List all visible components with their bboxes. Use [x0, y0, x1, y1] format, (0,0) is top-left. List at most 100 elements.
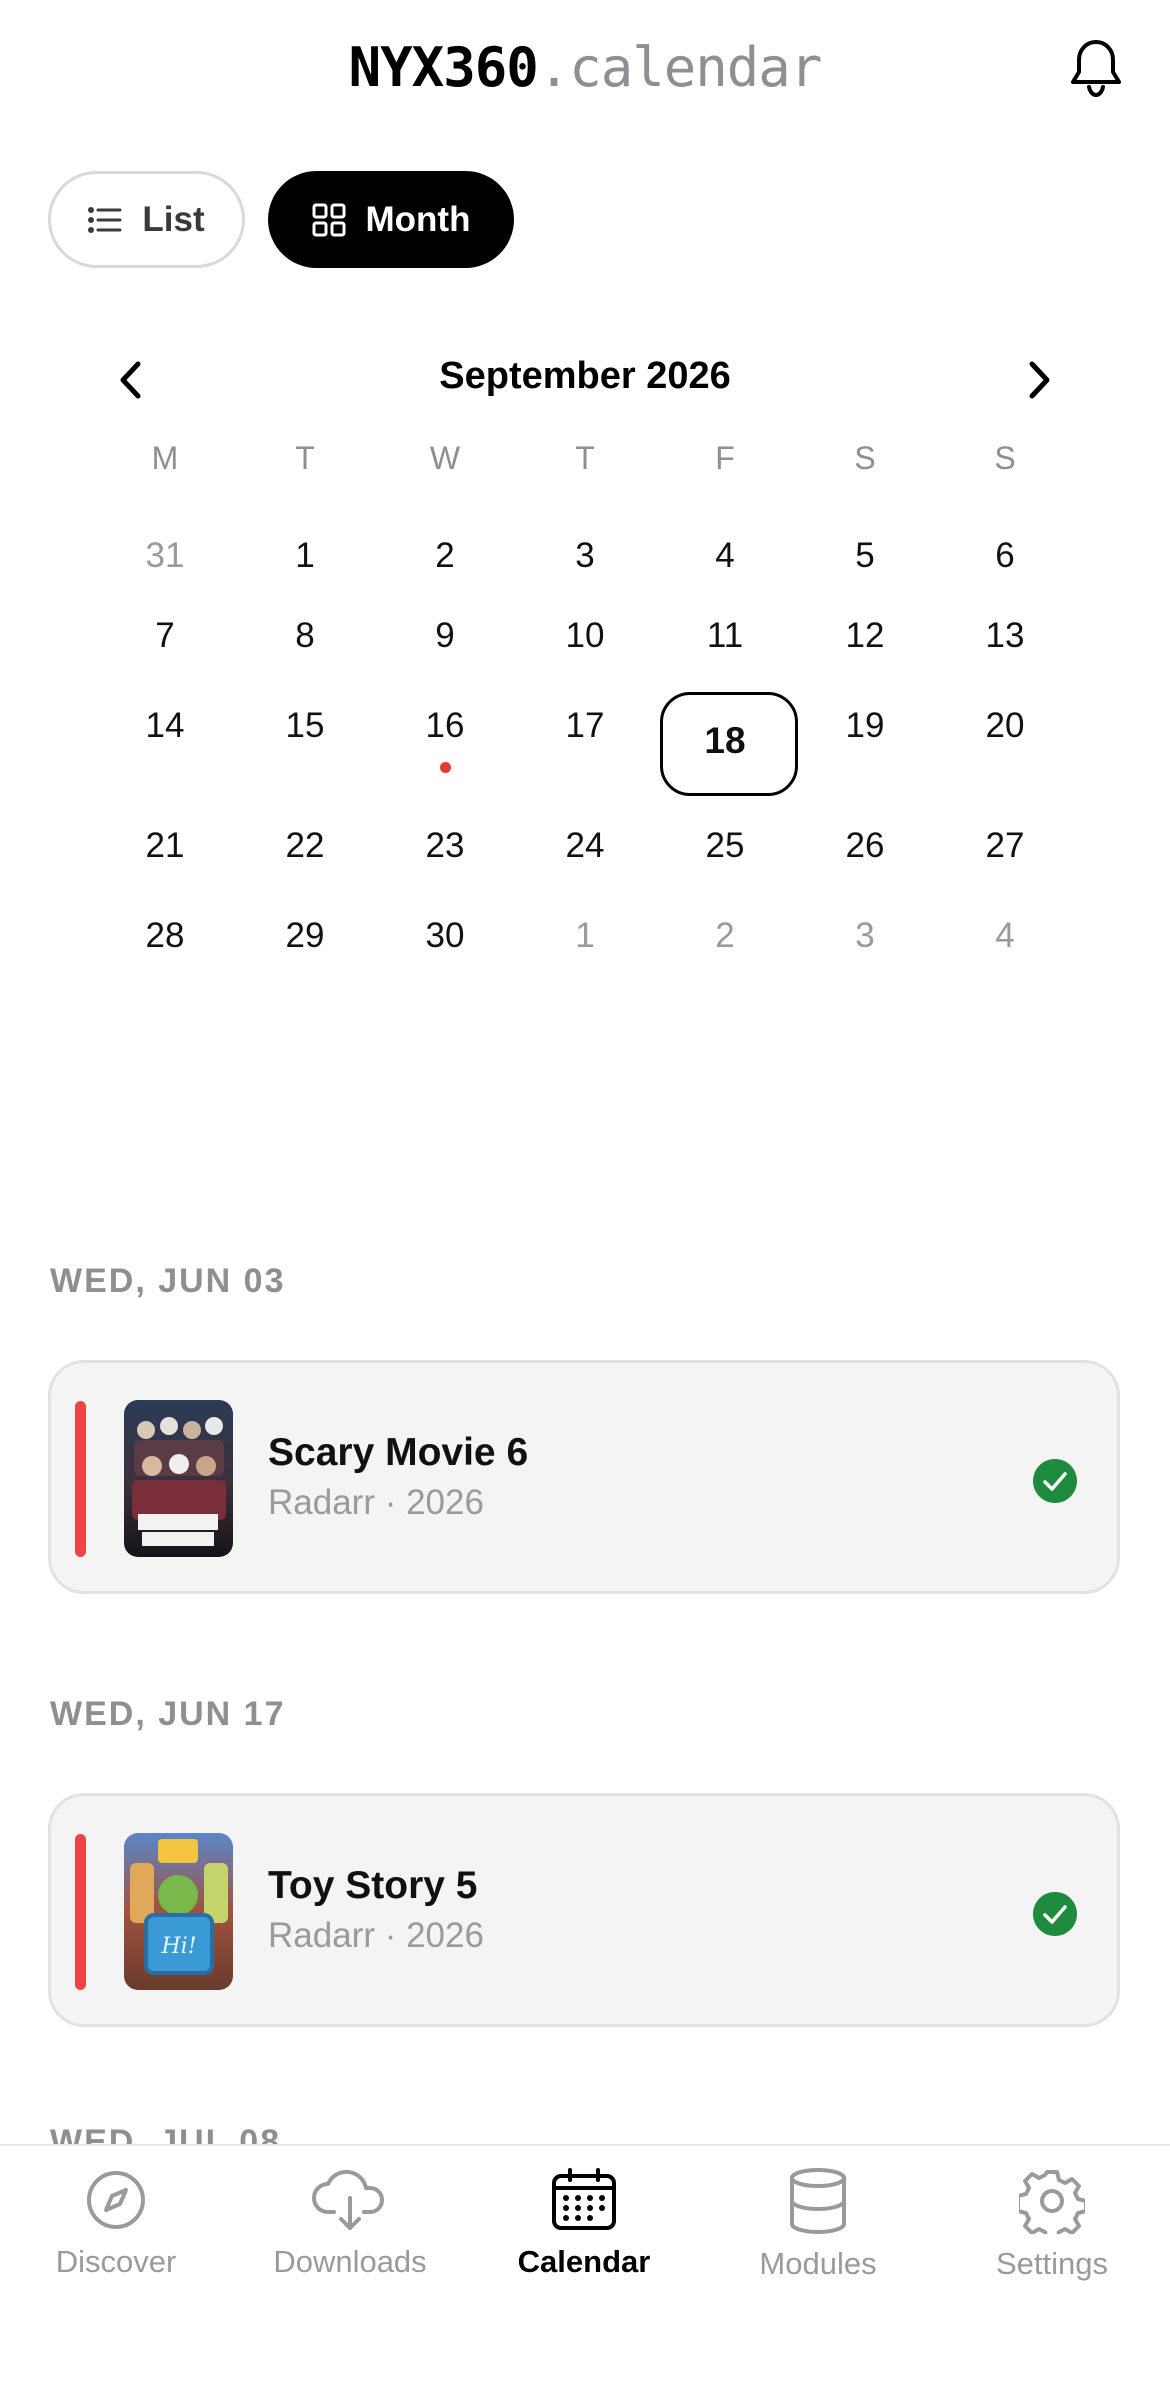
- calendar-day[interactable]: 4: [935, 900, 1075, 980]
- weekday-label: S: [854, 440, 876, 476]
- tab-label: Downloads: [273, 2244, 427, 2279]
- day-number: 14: [145, 706, 185, 745]
- day-number: 10: [565, 616, 605, 655]
- event-color-bar: [75, 1834, 86, 1990]
- calendar-day[interactable]: 28: [95, 900, 235, 980]
- calendar-day[interactable]: 9: [375, 600, 515, 690]
- calendar-day[interactable]: 5: [795, 520, 935, 600]
- month-view-button[interactable]: Month: [268, 171, 514, 268]
- calendar-day[interactable]: 13: [935, 600, 1075, 690]
- calendar-grid: 31 1 2 3 4 5 6 7 8 9 10 11 12 13 14 15 1…: [95, 520, 1075, 980]
- calendar-day[interactable]: 17: [515, 690, 655, 810]
- grid-icon: [312, 203, 346, 236]
- bell-icon[interactable]: [1066, 36, 1126, 100]
- day-number: 8: [295, 616, 315, 655]
- calendar-day[interactable]: 19: [795, 690, 935, 810]
- tab-modules[interactable]: Modules: [718, 2168, 918, 2282]
- calendar-day[interactable]: 23: [375, 810, 515, 900]
- day-number: 2: [715, 916, 735, 955]
- day-number: 4: [995, 916, 1015, 955]
- poster-image: [124, 1400, 233, 1557]
- calendar-day[interactable]: 1: [235, 520, 375, 600]
- calendar-day-with-event[interactable]: 16: [375, 690, 515, 810]
- poster-image: Hi!: [124, 1833, 233, 1990]
- event-card[interactable]: Hi! Toy Story 5 Radarr · 2026: [48, 1793, 1120, 2027]
- tab-label: Calendar: [517, 2244, 651, 2279]
- calendar-day[interactable]: 24: [515, 810, 655, 900]
- tab-calendar[interactable]: Calendar: [484, 2168, 684, 2280]
- chevron-right-icon[interactable]: [1014, 355, 1064, 405]
- day-number: 24: [565, 826, 605, 865]
- day-number: 27: [985, 826, 1025, 865]
- tab-label: Discover: [55, 2244, 177, 2279]
- weekday-label: S: [994, 440, 1016, 476]
- calendar-day[interactable]: 11: [655, 600, 795, 690]
- calendar-icon: [552, 2168, 616, 2230]
- calendar-day[interactable]: 1: [515, 900, 655, 980]
- event-dot-indicator: [440, 762, 451, 773]
- check-circle-icon: [1033, 1892, 1077, 1936]
- calendar-day-today[interactable]: 18: [655, 690, 798, 810]
- day-number: 17: [565, 706, 605, 745]
- calendar-day[interactable]: 7: [95, 600, 235, 690]
- day-number: 28: [145, 916, 185, 955]
- day-number: 15: [285, 706, 325, 745]
- tab-label: Settings: [995, 2246, 1108, 2281]
- calendar-day[interactable]: 26: [795, 810, 935, 900]
- event-card[interactable]: Scary Movie 6 Radarr · 2026: [48, 1360, 1120, 1594]
- app-title: NYX360.calendar: [0, 36, 1170, 99]
- event-meta: Radarr · 2026: [268, 1483, 484, 1522]
- tab-settings[interactable]: Settings: [952, 2168, 1152, 2282]
- event-color-bar: [75, 1401, 86, 1557]
- day-number: 25: [705, 826, 745, 865]
- tab-downloads[interactable]: Downloads: [250, 2168, 450, 2280]
- calendar-day[interactable]: 14: [95, 690, 235, 810]
- day-number: 11: [706, 616, 744, 655]
- calendar-day[interactable]: 30: [375, 900, 515, 980]
- tab-label: Modules: [759, 2246, 877, 2281]
- tab-discover[interactable]: Discover: [16, 2168, 216, 2280]
- svg-text:Hi!: Hi!: [160, 1934, 196, 1959]
- calendar-day[interactable]: 8: [235, 600, 375, 690]
- weekday-label: M: [151, 440, 179, 476]
- database-icon: [790, 2168, 846, 2234]
- weekday-row: M T W T F S S: [95, 440, 1075, 477]
- compass-icon: [87, 2171, 145, 2229]
- day-number: 31: [145, 536, 185, 575]
- calendar-day[interactable]: 31: [95, 520, 235, 600]
- calendar-day[interactable]: 29: [235, 900, 375, 980]
- calendar-day[interactable]: 3: [795, 900, 935, 980]
- weekday-label: F: [715, 440, 735, 476]
- calendar-day[interactable]: 10: [515, 600, 655, 690]
- calendar-day[interactable]: 15: [235, 690, 375, 810]
- month-view-label: Month: [365, 199, 471, 239]
- event-meta: Radarr · 2026: [268, 1916, 484, 1955]
- calendar-day[interactable]: 3: [515, 520, 655, 600]
- day-number: 22: [285, 826, 325, 865]
- calendar-day[interactable]: 20: [935, 690, 1075, 810]
- calendar-day[interactable]: 25: [655, 810, 795, 900]
- calendar-day[interactable]: 2: [655, 900, 795, 980]
- calendar-day[interactable]: 12: [795, 600, 935, 690]
- event-title: Toy Story 5: [268, 1864, 478, 1907]
- calendar-day[interactable]: 27: [935, 810, 1075, 900]
- list-view-button[interactable]: List: [48, 171, 245, 268]
- day-number: 30: [425, 916, 465, 955]
- calendar-day[interactable]: 6: [935, 520, 1075, 600]
- day-number: 19: [845, 706, 885, 745]
- calendar-day[interactable]: 2: [375, 520, 515, 600]
- day-number: 2: [435, 536, 455, 575]
- weekday-label: W: [429, 440, 461, 476]
- day-number: 7: [155, 616, 175, 655]
- day-number: 12: [845, 616, 885, 655]
- day-number: 21: [145, 826, 185, 865]
- event-date-header: WED, JUN 17: [50, 1695, 286, 1733]
- day-number: 16: [425, 706, 465, 745]
- day-number: 26: [845, 826, 885, 865]
- day-number: 23: [425, 826, 465, 865]
- calendar-day[interactable]: 21: [95, 810, 235, 900]
- calendar-day[interactable]: 22: [235, 810, 375, 900]
- day-number: 3: [575, 536, 595, 575]
- calendar-day[interactable]: 4: [655, 520, 795, 600]
- gear-icon: [1019, 2170, 1085, 2234]
